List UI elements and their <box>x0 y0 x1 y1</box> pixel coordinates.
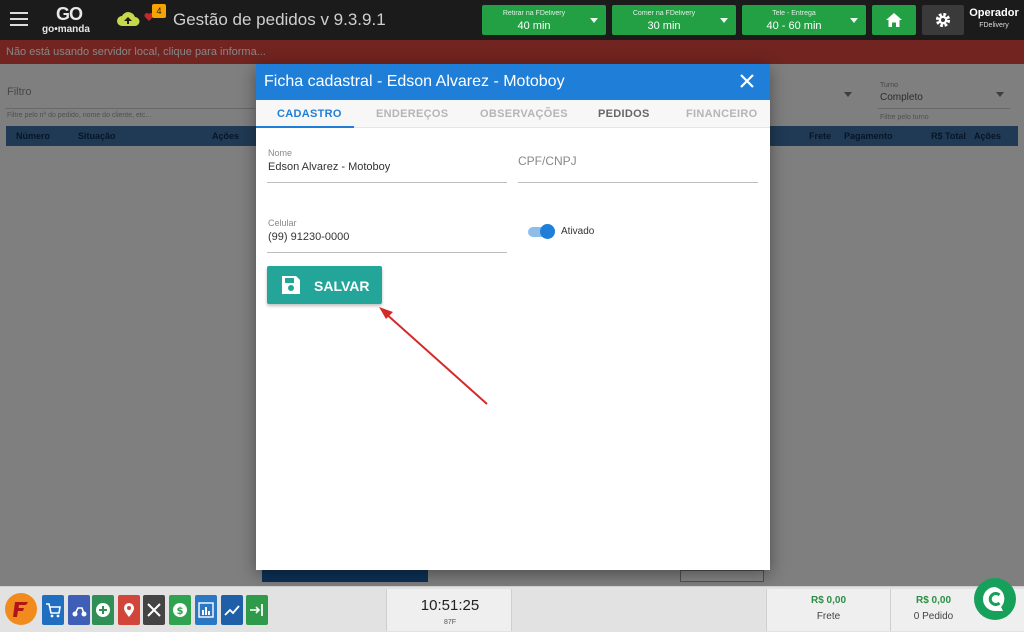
fdelivery-icon <box>13 602 28 617</box>
map-pin-icon <box>124 603 134 617</box>
cpf-cnpj-input[interactable]: CPF/CNPJ <box>518 154 577 168</box>
arrow-into-icon <box>250 604 263 616</box>
tab-enderecos[interactable]: ENDEREÇOS <box>376 108 448 120</box>
trending-up-icon <box>224 605 240 616</box>
export-button[interactable] <box>246 595 268 625</box>
ativado-toggle[interactable] <box>528 224 555 239</box>
comer-time-dropdown[interactable]: Comer na FDelivery 30 min <box>612 5 736 35</box>
clock-sub: 87F <box>443 619 457 626</box>
save-button[interactable]: SALVAR <box>267 266 382 304</box>
cpf-underline <box>518 182 758 183</box>
ativado-label: Ativado <box>561 226 595 237</box>
tab-pedidos[interactable]: PEDIDOS <box>598 108 650 120</box>
chat-icon <box>983 587 1005 611</box>
operator-info[interactable]: Operador FDelivery <box>968 7 1020 29</box>
active-tab-indicator <box>256 126 354 128</box>
nome-input[interactable]: Edson Alvarez - Motoboy <box>268 161 390 173</box>
cutlery-icon <box>147 603 161 617</box>
svg-text:$: $ <box>177 606 184 617</box>
dialog-header: Ficha cadastral - Edson Alvarez - Motobo… <box>256 64 770 100</box>
scooter-icon <box>72 607 87 617</box>
dialog-title: Ficha cadastral - Edson Alvarez - Motobo… <box>264 73 565 90</box>
gomanda-logo: GO go•manda <box>42 4 90 35</box>
tab-observacoes[interactable]: OBSERVAÇÕES <box>480 108 568 120</box>
chevron-down-icon <box>720 18 728 23</box>
payments-button[interactable]: $ <box>169 595 191 625</box>
cutlery-button[interactable] <box>143 595 165 625</box>
gear-icon <box>935 12 951 28</box>
fdelivery-logo[interactable] <box>5 593 37 625</box>
dialog-tabs: CADASTRO ENDEREÇOS OBSERVAÇÕES PEDIDOS F… <box>256 100 770 128</box>
motoboy-button[interactable] <box>68 595 90 625</box>
clock-time: 10:51:25 <box>420 597 480 614</box>
ficha-cadastral-dialog: Ficha cadastral - Edson Alvarez - Motobo… <box>256 64 770 570</box>
location-button[interactable] <box>118 595 140 625</box>
celular-underline <box>267 252 507 253</box>
chevron-down-icon <box>590 18 598 23</box>
settings-button[interactable] <box>922 5 964 35</box>
save-icon <box>282 276 300 294</box>
nome-label: Nome <box>268 148 293 158</box>
close-icon[interactable] <box>740 74 754 88</box>
menu-icon[interactable] <box>10 12 28 26</box>
chat-button[interactable] <box>974 578 1016 620</box>
dollar-icon: $ <box>173 603 187 617</box>
top-bar: GO go•manda 4 Gestão de pedidos v 9.3.9.… <box>0 0 1024 40</box>
add-button[interactable] <box>92 595 114 625</box>
tab-cadastro[interactable]: CADASTRO <box>277 108 342 120</box>
reports-button[interactable] <box>195 595 217 625</box>
tab-financeiro[interactable]: FINANCEIRO <box>686 108 757 120</box>
cart-icon <box>46 603 61 618</box>
clock-panel: 10:51:25 87F <box>386 589 512 631</box>
home-icon <box>886 13 902 27</box>
celular-input[interactable]: (99) 91230-0000 <box>268 231 349 243</box>
cloud-upload-icon[interactable] <box>116 10 140 28</box>
nome-underline <box>267 182 507 183</box>
trends-button[interactable] <box>221 595 243 625</box>
plus-circle-icon <box>96 603 110 617</box>
notification-badge[interactable]: 4 <box>152 4 166 18</box>
cart-button[interactable] <box>42 595 64 625</box>
tele-time-dropdown[interactable]: Tele - Entrega 40 - 60 min <box>742 5 866 35</box>
celular-label: Celular <box>268 218 297 228</box>
app-title: Gestão de pedidos v 9.3.9.1 <box>173 10 386 29</box>
bar-chart-icon <box>198 602 214 618</box>
home-button[interactable] <box>872 5 916 35</box>
chevron-down-icon <box>850 18 858 23</box>
bottom-toolbar: $ 10:51:25 87F R$ 0,00 Frete R$ 0,00 0 P… <box>0 586 1024 632</box>
retirar-time-dropdown[interactable]: Retirar na FDelivery 40 min <box>482 5 606 35</box>
